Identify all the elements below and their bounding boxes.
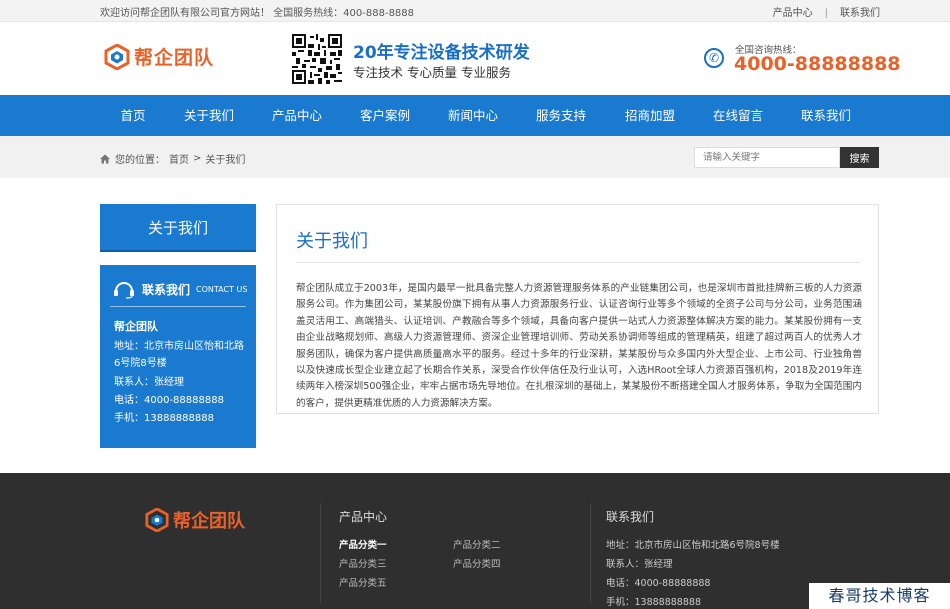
top-link-separator: | — [824, 8, 828, 19]
footer-logo-icon — [145, 508, 169, 532]
top-link-contact[interactable]: 联系我们 — [840, 8, 880, 19]
top-links: 产品中心 | 联系我们 — [773, 4, 880, 19]
footer-products-title: 产品中心 — [339, 510, 388, 524]
contact-header: 联系我们 CONTACT US — [112, 279, 247, 299]
slogan-sub: 专注技术 专心质量 专业服务 — [353, 65, 511, 80]
breadcrumb-separator: > — [193, 153, 202, 164]
site-logo[interactable]: 帮企团队 — [104, 43, 214, 70]
phone-icon: ✆ — [704, 48, 724, 68]
nav-item-cases[interactable]: 客户案例 — [354, 95, 416, 136]
footer-logo-text: 帮企团队 — [173, 511, 245, 532]
footer-contact-person: 联系人：张经理 — [606, 559, 673, 570]
footer-product-link[interactable]: 产品分类一 — [339, 537, 387, 551]
watermark: 春哥技术博客 — [809, 583, 950, 609]
sidebar-contact-box: 联系我们 CONTACT US 帮企团队 地址：北京市房山区怡和北路6号院8号楼… — [100, 265, 256, 448]
contact-title-en: CONTACT US — [196, 284, 248, 294]
headset-icon — [114, 282, 134, 299]
content-body: 帮企团队成立于2003年，是国内最早一批具备完整人力资源管理服务体系的产业链集团… — [296, 283, 862, 409]
contact-company: 帮企团队 — [114, 320, 158, 333]
footer-product-link[interactable]: 产品分类三 — [339, 556, 387, 570]
footer-mobile: 手机：13888888888 — [606, 597, 701, 608]
top-link-products[interactable]: 产品中心 — [773, 8, 813, 19]
nav-item-franchise[interactable]: 招商加盟 — [619, 95, 681, 136]
search-input[interactable] — [694, 147, 840, 168]
footer-product-link[interactable]: 产品分类五 — [339, 575, 387, 589]
contact-address: 地址：北京市房山区怡和北路6号院8号楼 — [114, 341, 244, 369]
content-divider — [296, 262, 860, 263]
content-title: 关于我们 — [296, 231, 368, 252]
qr-code-icon — [292, 34, 342, 84]
footer-phone: 电话：4000-88888888 — [606, 578, 711, 589]
site-header: 帮企团队 20年专注设备技术研发 专注技术 专心质量 专业服务 ✆ 全国咨询热线… — [0, 22, 950, 95]
nav-item-products[interactable]: 产品中心 — [266, 95, 328, 136]
sidebar-title[interactable]: 关于我们 — [100, 204, 256, 252]
welcome-text: 欢迎访问帮企团队有限公司官方网站！ 全国服务热线：400-888-8888 — [100, 8, 415, 19]
nav-item-contact[interactable]: 联系我们 — [795, 95, 857, 136]
breadcrumb-label: 您的位置： — [115, 155, 165, 166]
logo-icon — [104, 43, 130, 70]
home-icon — [100, 154, 110, 163]
slogan-main: 20年专注设备技术研发 — [353, 43, 530, 63]
footer-address: 地址：北京市房山区怡和北路6号院8号楼 — [606, 540, 780, 551]
main-nav: 首页 关于我们 产品中心 客户案例 新闻中心 服务支持 招商加盟 在线留言 联系… — [0, 95, 950, 136]
contact-divider — [110, 306, 246, 307]
nav-item-support[interactable]: 服务支持 — [530, 95, 592, 136]
contact-phone: 电话：4000-88888888 — [114, 395, 224, 406]
search-button[interactable]: 搜索 — [840, 147, 879, 168]
about-content-panel: 关于我们 帮企团队成立于2003年，是国内最早一批具备完整人力资源管理服务体系的… — [276, 204, 879, 414]
footer-divider — [590, 503, 591, 603]
footer-contact-title: 联系我们 — [606, 510, 655, 524]
nav-item-news[interactable]: 新闻中心 — [442, 95, 504, 136]
footer-divider — [320, 503, 321, 603]
contact-mobile: 手机：13888888888 — [114, 413, 214, 424]
contact-title-cn: 联系我们 — [142, 282, 191, 297]
logo-text: 帮企团队 — [134, 47, 215, 69]
nav-item-home[interactable]: 首页 — [110, 95, 156, 136]
breadcrumb-current: 关于我们 — [205, 155, 246, 166]
breadcrumb: 您的位置： 首页 > 关于我们 — [100, 151, 245, 166]
contact-person: 联系人：张经理 — [114, 377, 184, 388]
nav-item-message[interactable]: 在线留言 — [707, 95, 769, 136]
footer-logo[interactable]: 帮企团队 — [145, 507, 245, 533]
hotline-number: 4000-88888888 — [734, 53, 901, 75]
footer-product-link[interactable]: 产品分类四 — [453, 556, 501, 570]
nav-item-about[interactable]: 关于我们 — [178, 95, 240, 136]
breadcrumb-home-link[interactable]: 首页 — [169, 151, 189, 166]
top-bar: 欢迎访问帮企团队有限公司官方网站！ 全国服务热线：400-888-8888 产品… — [0, 0, 950, 22]
site-footer: 帮企团队 产品中心 产品分类一 产品分类二 产品分类三 产品分类四 产品分类五 … — [0, 473, 950, 609]
footer-product-link[interactable]: 产品分类二 — [453, 537, 501, 551]
